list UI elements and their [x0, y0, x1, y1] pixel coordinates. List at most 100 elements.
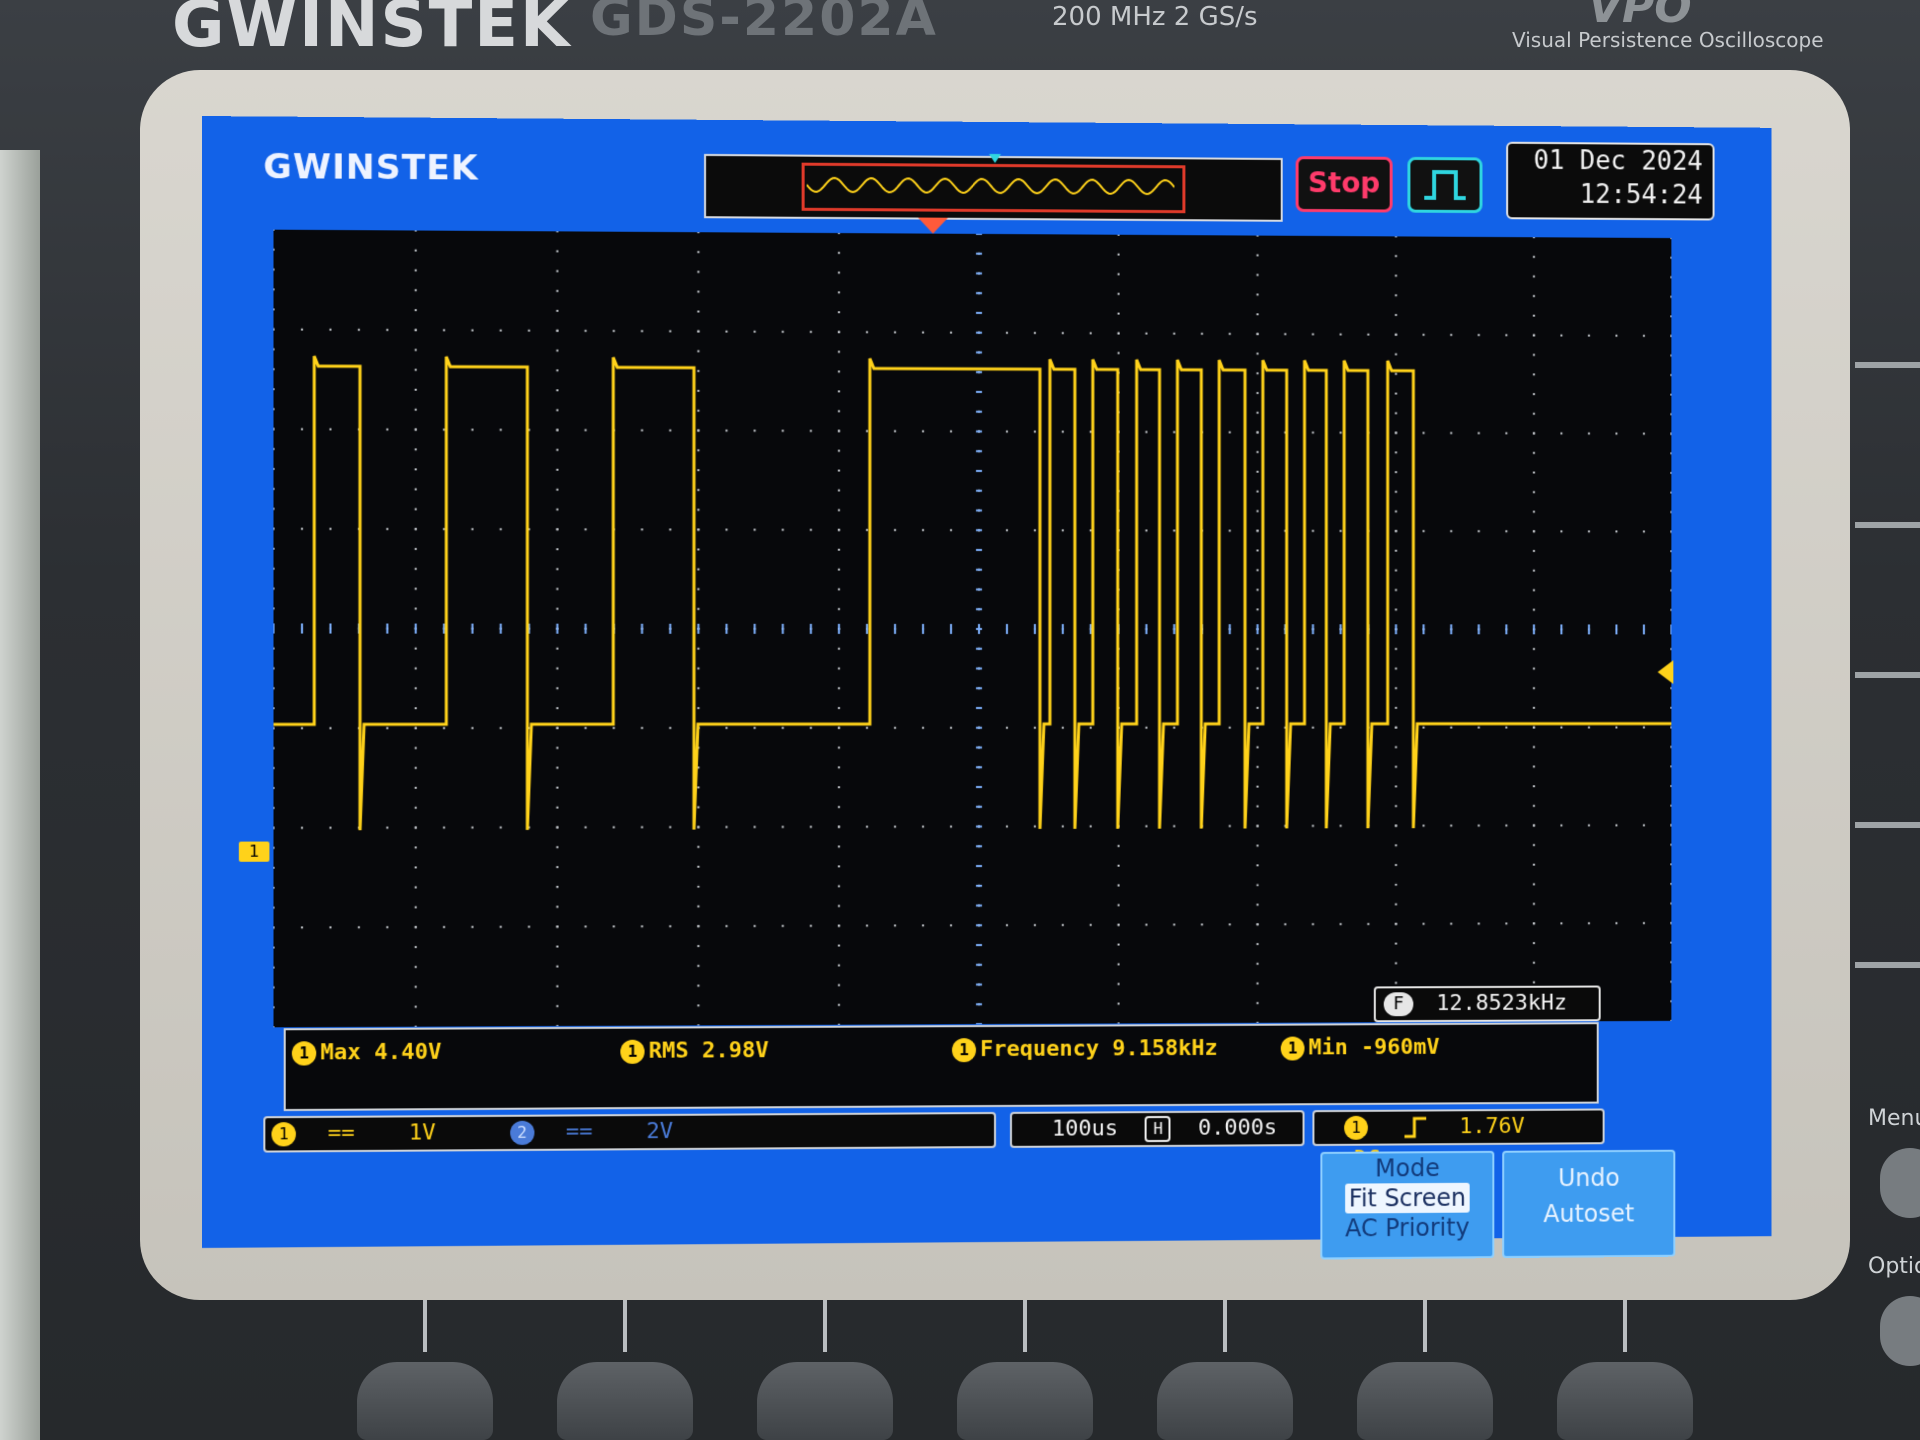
- graticule-dot: [1229, 530, 1231, 532]
- center-axis-tick: [976, 490, 982, 492]
- memory-overview-bar[interactable]: [704, 154, 1283, 222]
- spec-text: 200 MHz 2 GS/s: [1052, 2, 1258, 32]
- graticule-dot: [1257, 372, 1259, 374]
- side-key-4[interactable]: [1855, 822, 1920, 828]
- graticule-dot: [838, 291, 840, 293]
- side-key-5[interactable]: [1855, 962, 1920, 968]
- trigger-source-badge: 1: [1344, 1116, 1368, 1140]
- graticule-dot: [838, 786, 840, 788]
- graticule-dot: [697, 846, 699, 848]
- graticule-dot: [838, 667, 840, 669]
- graticule-dot: [922, 727, 924, 729]
- graticule-dot: [1505, 432, 1507, 434]
- trigger-status[interactable]: 1 1.76V DC: [1312, 1108, 1604, 1146]
- graticule-dot: [1395, 864, 1397, 866]
- graticule-dot: [274, 588, 275, 590]
- center-axis-tick: [976, 351, 982, 353]
- graticule-dot: [810, 430, 812, 432]
- bottom-key-3[interactable]: [757, 1362, 893, 1440]
- center-axis-tick: [1034, 624, 1036, 634]
- graticule-dot: [1257, 687, 1259, 689]
- center-axis-tick: [1173, 624, 1175, 634]
- graticule-dot: [1533, 315, 1535, 317]
- run-stop-status[interactable]: Stop: [1296, 156, 1393, 212]
- graticule-dot: [950, 727, 952, 729]
- graticule-dot: [838, 470, 840, 472]
- side-key-2[interactable]: [1855, 522, 1920, 528]
- center-axis-tick: [976, 964, 982, 966]
- graticule-dot: [697, 449, 699, 451]
- channel-status-bar[interactable]: 1 == 1V 2 == 2V: [263, 1112, 996, 1153]
- bottom-key-6[interactable]: [1357, 1362, 1493, 1440]
- graticule-dot: [301, 528, 303, 530]
- graticule-dot: [415, 429, 417, 431]
- graticule-dot: [471, 329, 473, 331]
- bottom-key-4[interactable]: [957, 1362, 1093, 1440]
- graticule-dot: [556, 489, 558, 491]
- timebase-status[interactable]: 100us H 0.000s: [1010, 1110, 1305, 1148]
- graticule-dot: [838, 390, 840, 392]
- graticule-dot: [1670, 1020, 1671, 1022]
- softkey-undo-autoset[interactable]: Undo Autoset: [1502, 1150, 1675, 1258]
- graticule-dot: [274, 767, 275, 769]
- measurement-max[interactable]: 1 Max 4.40V: [292, 1040, 442, 1066]
- trigger-level-marker-icon[interactable]: [1658, 660, 1674, 684]
- graticule-dot: [329, 827, 331, 829]
- graticule-dot: [1395, 491, 1397, 493]
- graticule-dot: [669, 330, 671, 332]
- graticule-dot: [697, 509, 699, 511]
- graticule-dot: [556, 886, 558, 888]
- graticule-dot: [274, 966, 275, 968]
- graticule-dot: [1670, 648, 1671, 650]
- graticule-dot: [415, 866, 417, 868]
- graticule-dot: [1034, 825, 1036, 827]
- graticule-dot: [556, 270, 558, 272]
- graticule-dot: [1145, 924, 1147, 926]
- bottom-key-2[interactable]: [557, 1362, 693, 1440]
- graticule-dot: [1478, 923, 1480, 925]
- graticule-dot: [1312, 432, 1314, 434]
- graticule-dot: [1257, 569, 1259, 571]
- graticule-dot: [697, 390, 699, 392]
- graticule-dot: [415, 329, 417, 331]
- measurement-min[interactable]: 1 Min -960mV: [1281, 1035, 1440, 1061]
- graticule-dot: [1670, 511, 1671, 513]
- graticule-dot: [1395, 275, 1397, 277]
- graticule-dot: [1395, 530, 1397, 532]
- side-key-3[interactable]: [1855, 672, 1920, 678]
- graticule-dot: [669, 826, 671, 828]
- overview-trigger-marker-icon: [989, 154, 1001, 164]
- graticule-dot: [1478, 530, 1480, 532]
- waveform-graticule[interactable]: [274, 230, 1672, 1028]
- graticule-dot: [782, 826, 784, 828]
- channel-1-level-marker[interactable]: 1: [239, 842, 270, 862]
- measurement-rms[interactable]: 1 RMS 2.98V: [620, 1038, 768, 1064]
- graticule-dot: [1395, 451, 1397, 453]
- center-axis-tick: [976, 687, 982, 689]
- graticule-dot: [697, 370, 699, 372]
- graticule-dot: [1533, 883, 1535, 885]
- graticule-dot: [415, 488, 417, 490]
- softkey-mode[interactable]: Mode Fit Screen AC Priority: [1320, 1151, 1494, 1260]
- graticule-dot: [1670, 491, 1671, 493]
- graticule-dot: [1670, 257, 1671, 259]
- bottom-key-1[interactable]: [357, 1362, 493, 1440]
- center-axis-tick: [1340, 624, 1342, 634]
- graticule-dot: [613, 330, 615, 332]
- graticule-dot: [274, 787, 275, 789]
- graticule-dot: [274, 647, 275, 649]
- bottom-key-7[interactable]: [1557, 1362, 1693, 1440]
- side-key-1[interactable]: [1855, 362, 1920, 368]
- trigger-mode-indicator[interactable]: [1407, 157, 1482, 213]
- graticule-dot: [585, 528, 587, 530]
- graticule-dot: [726, 826, 728, 828]
- center-axis-tick: [301, 623, 303, 633]
- graticule-dot: [1670, 413, 1671, 415]
- graticule-dot: [556, 866, 558, 868]
- graticule-dot: [386, 727, 388, 729]
- graticule-dot: [1505, 923, 1507, 925]
- bottom-key-5[interactable]: [1157, 1362, 1293, 1440]
- graticule-dot: [274, 747, 275, 749]
- graticule-dot: [838, 925, 840, 927]
- measurement-frequency[interactable]: 1 Frequency 9.158kHz: [952, 1036, 1218, 1062]
